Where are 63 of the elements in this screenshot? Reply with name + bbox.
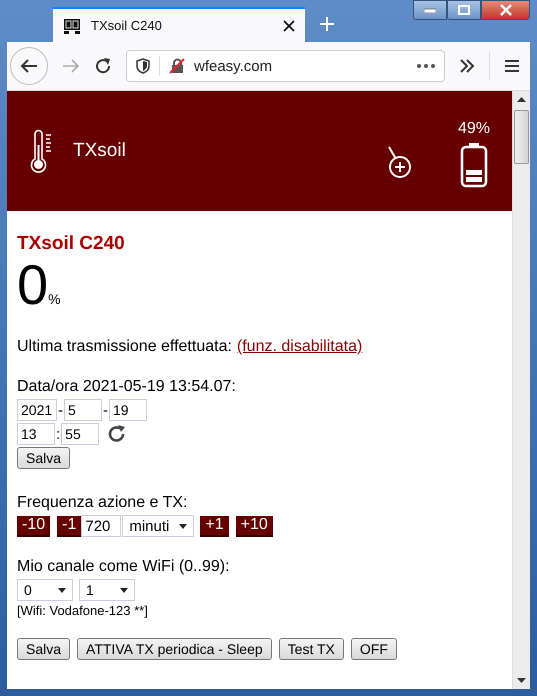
- date-separator: -: [102, 402, 109, 418]
- channel-dropdown[interactable]: 1: [79, 579, 135, 601]
- minimize-icon: [424, 7, 436, 13]
- step-button[interactable]: +1: [200, 516, 229, 536]
- reload-icon[interactable]: [94, 57, 112, 75]
- time-separator: :: [55, 426, 62, 442]
- maximize-icon: [458, 5, 470, 15]
- browser-tab[interactable]: TXsoil C240: [53, 7, 305, 42]
- caret-icon: [58, 588, 66, 592]
- unit-dropdown[interactable]: minuti: [122, 515, 194, 537]
- caret-icon: [179, 524, 188, 528]
- date-separator: -: [57, 402, 64, 418]
- close-window-button[interactable]: [481, 0, 530, 20]
- step-button[interactable]: -1: [57, 516, 82, 536]
- action-button[interactable]: ATTIVA TX periodica - Sleep: [77, 638, 272, 660]
- maximize-button[interactable]: [447, 0, 481, 20]
- header-title: TXsoil: [73, 140, 126, 162]
- unit-label: %: [48, 291, 61, 307]
- battery-percentage: 49%: [458, 120, 490, 138]
- refresh-icon[interactable]: [107, 424, 128, 444]
- close-tab-icon[interactable]: [283, 20, 295, 32]
- date-field[interactable]: 2021: [17, 399, 57, 421]
- interval-field[interactable]: 720: [81, 515, 122, 537]
- scrollbar[interactable]: [512, 91, 530, 689]
- back-arrow-icon: [20, 58, 38, 74]
- new-tab-icon[interactable]: [319, 16, 335, 32]
- url-text: wfeasy.com: [194, 58, 274, 74]
- save-button[interactable]: Salva: [17, 447, 70, 469]
- tab-favicon-icon: [63, 18, 81, 34]
- channel-label: Mio canale come WiFi (0..99):: [17, 557, 231, 577]
- device-title: TXsoil C240: [17, 233, 126, 255]
- time-field[interactable]: 13: [17, 423, 55, 445]
- date-field[interactable]: 19: [109, 399, 147, 421]
- date-field[interactable]: 5: [64, 399, 102, 421]
- scrollbar-thumb[interactable]: [514, 110, 529, 164]
- more-icon[interactable]: [417, 64, 435, 68]
- shield-icon: [136, 58, 150, 74]
- scroll-up-icon[interactable]: [517, 97, 526, 102]
- back-button[interactable]: [10, 47, 48, 85]
- battery-icon: [460, 142, 488, 188]
- minimize-button[interactable]: [413, 0, 447, 20]
- overflow-icon[interactable]: [459, 59, 475, 73]
- action-button[interactable]: OFF: [350, 638, 397, 660]
- menu-icon[interactable]: [504, 59, 520, 73]
- thermometer-icon: [29, 129, 53, 173]
- wifi-note: [Wifi: Vodafone-123 **]: [17, 603, 149, 618]
- time-field[interactable]: 55: [61, 423, 100, 445]
- frequency-label: Frequenza azione e TX:: [17, 493, 188, 513]
- action-button[interactable]: Salva: [17, 638, 70, 660]
- moisture-value: 0: [17, 255, 48, 315]
- close-icon: [498, 4, 512, 16]
- step-button[interactable]: -10: [17, 516, 50, 536]
- add-probe-icon[interactable]: [386, 145, 412, 179]
- insecure-lock-icon: [169, 58, 185, 74]
- datetime-label: Data/ora 2021-05-19 13:54.07:: [17, 377, 237, 397]
- step-button[interactable]: +10: [236, 516, 273, 536]
- action-button[interactable]: Test TX: [278, 638, 344, 660]
- caret-icon: [120, 588, 128, 592]
- tab-title: TXsoil C240: [91, 18, 163, 33]
- last-transmission-label: Ultima trasmissione effettuata:: [17, 338, 232, 355]
- scroll-down-icon[interactable]: [517, 678, 526, 683]
- channel-dropdown[interactable]: 0: [17, 579, 73, 601]
- address-bar[interactable]: wfeasy.com: [126, 50, 445, 82]
